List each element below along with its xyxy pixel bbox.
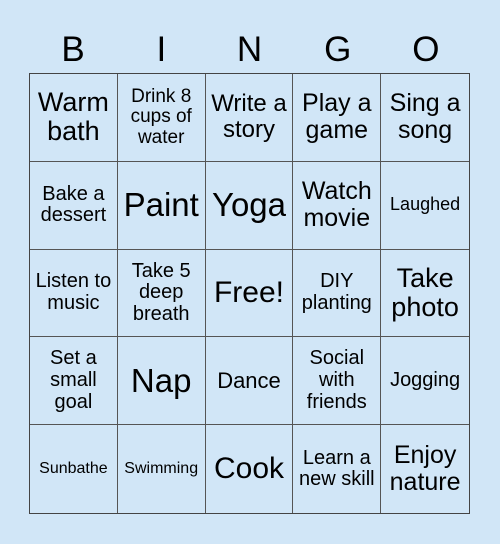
bingo-cell[interactable]: Write a story (205, 74, 294, 162)
bingo-cell[interactable]: Dance (205, 337, 294, 426)
header-letter-o: O (412, 30, 440, 69)
header-letter-n: N (236, 30, 263, 69)
bingo-cell[interactable]: Sing a song (381, 74, 469, 162)
bingo-header: B I N G O (29, 28, 470, 72)
bingo-cell[interactable]: Set a small goal (30, 337, 118, 426)
bingo-cell[interactable]: Watch movie (293, 161, 382, 250)
bingo-cell[interactable]: Learn a new skill (293, 425, 382, 513)
header-letter-i: I (156, 30, 167, 69)
bingo-board: Warm bath Drink 8 cups of water Write a … (29, 73, 470, 514)
header-letter-g: G (324, 30, 352, 69)
bingo-cell[interactable]: DIY planting (293, 249, 382, 338)
bingo-cell[interactable]: Yoga (205, 161, 294, 250)
bingo-cell[interactable]: Laughed (381, 162, 469, 250)
bingo-cell[interactable]: Listen to music (30, 249, 118, 338)
bingo-cell[interactable]: Drink 8 cups of water (117, 74, 206, 162)
bingo-cell[interactable]: Cook (206, 425, 294, 513)
bingo-cell[interactable]: Swimming (118, 425, 206, 513)
bingo-cell[interactable]: Social with friends (293, 337, 382, 426)
bingo-cell[interactable]: Bake a dessert (30, 161, 118, 250)
bingo-cell[interactable]: Take photo (381, 250, 469, 338)
bingo-cell[interactable]: Enjoy nature (381, 425, 469, 513)
bingo-cell[interactable]: Warm bath (30, 74, 118, 162)
bingo-cell[interactable]: Jogging (381, 337, 469, 426)
bingo-cell[interactable]: Take 5 deep breath (117, 249, 206, 338)
bingo-cell[interactable]: Sunbathe (30, 425, 118, 513)
bingo-cell[interactable]: Nap (117, 337, 206, 426)
bingo-cell[interactable]: Play a game (293, 74, 382, 162)
free-space-cell[interactable]: Free! (205, 249, 294, 338)
header-letter-b: B (61, 30, 85, 69)
bingo-cell[interactable]: Paint (117, 161, 206, 250)
